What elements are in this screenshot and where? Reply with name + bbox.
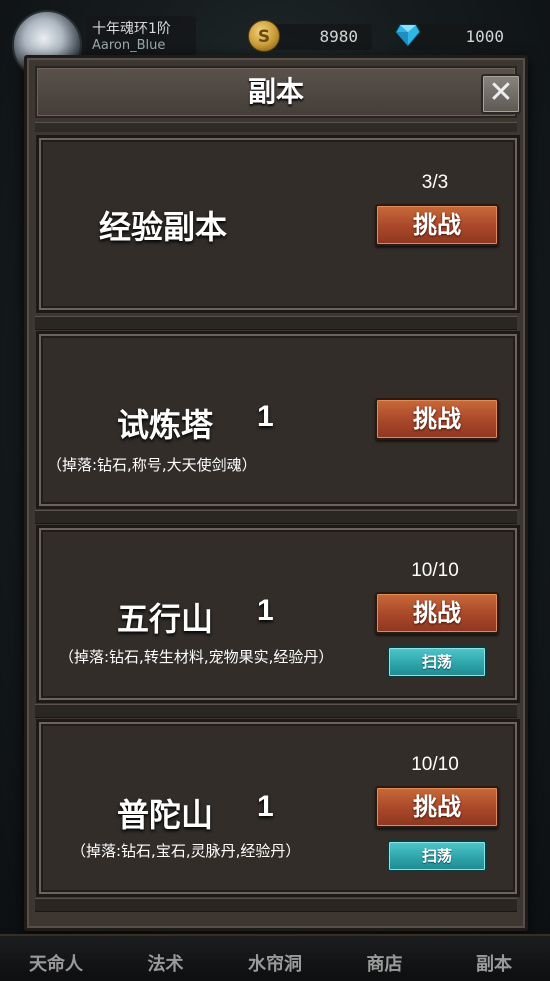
dungeon-card-exp: 经验副本 3/3 挑战 (39, 138, 517, 310)
dungeon-card-five-elements: 五行山 1 （掉落:钻石,转生材料,宠物果实,经验丹） 10/10 挑战 扫荡 (39, 528, 517, 700)
nav-tianmingren[interactable]: 天命人 (16, 942, 96, 976)
nav-water-curtain-cave[interactable]: 水帘洞 (235, 942, 315, 976)
dialog-header: 副本 ✕ (35, 66, 521, 118)
dungeon-card-trial-tower: 试炼塔 1 （掉落:钻石,称号,大天使剑魂） 挑战 (39, 334, 517, 506)
attempts-count: 10/10 (411, 754, 459, 775)
top-status-bar: 十年魂环1阶 Aaron_Blue 8980 S 1000 (0, 0, 550, 80)
challenge-button[interactable]: 挑战 (375, 204, 499, 246)
dungeon-card-putuo: 普陀山 1 （掉落:钻石,宝石,灵脉丹,经验丹） 10/10 挑战 扫荡 (39, 722, 517, 894)
challenge-button[interactable]: 挑战 (375, 398, 499, 440)
dungeon-level: 1 (257, 400, 274, 433)
diamond-icon (395, 24, 421, 47)
close-button[interactable]: ✕ (481, 74, 521, 114)
player-info: 十年魂环1阶 Aaron_Blue (86, 16, 196, 56)
dungeon-drops: （掉落:钻石,称号,大天使剑魂） (47, 456, 257, 474)
dungeon-dialog: 副本 ✕ 经验副本 3/3 挑战 试炼塔 1 （掉落:钻石,称号,大天使剑魂） … (24, 55, 528, 931)
card-divider (35, 704, 517, 718)
challenge-button[interactable]: 挑战 (375, 786, 499, 828)
nav-shop[interactable]: 商店 (345, 942, 425, 976)
dungeon-title: 普陀山 (117, 796, 214, 834)
nav-dungeons[interactable]: 副本 (454, 942, 534, 976)
sweep-button[interactable]: 扫荡 (387, 840, 487, 872)
player-name: Aaron_Blue (92, 38, 166, 53)
attempts-count: 10/10 (411, 560, 459, 581)
dungeon-drops: （掉落:钻石,宝石,灵脉丹,经验丹） (71, 842, 301, 860)
gold-coin-icon: S (248, 20, 280, 52)
gem-counter: 1000 (408, 24, 518, 50)
card-divider (35, 510, 517, 524)
dungeon-level: 1 (257, 594, 274, 627)
dialog-title: 副本 (247, 75, 304, 108)
card-divider (35, 316, 517, 330)
challenge-button[interactable]: 挑战 (375, 592, 499, 634)
sweep-button[interactable]: 扫荡 (387, 646, 487, 678)
dungeon-title: 五行山 (117, 600, 214, 638)
dungeon-title: 经验副本 (99, 208, 228, 246)
dungeon-title: 试炼塔 (117, 406, 214, 444)
dungeon-level: 1 (257, 790, 274, 823)
nav-spells[interactable]: 法术 (126, 942, 206, 976)
dungeon-drops: （掉落:钻石,转生材料,宠物果实,经验丹） (59, 648, 334, 666)
header-divider (35, 122, 517, 132)
player-rank: 十年魂环1阶 (92, 21, 171, 37)
card-divider (35, 898, 517, 912)
bottom-nav: 天命人 法术 水帘洞 商店 副本 (0, 934, 550, 981)
attempts-count: 3/3 (421, 172, 449, 193)
